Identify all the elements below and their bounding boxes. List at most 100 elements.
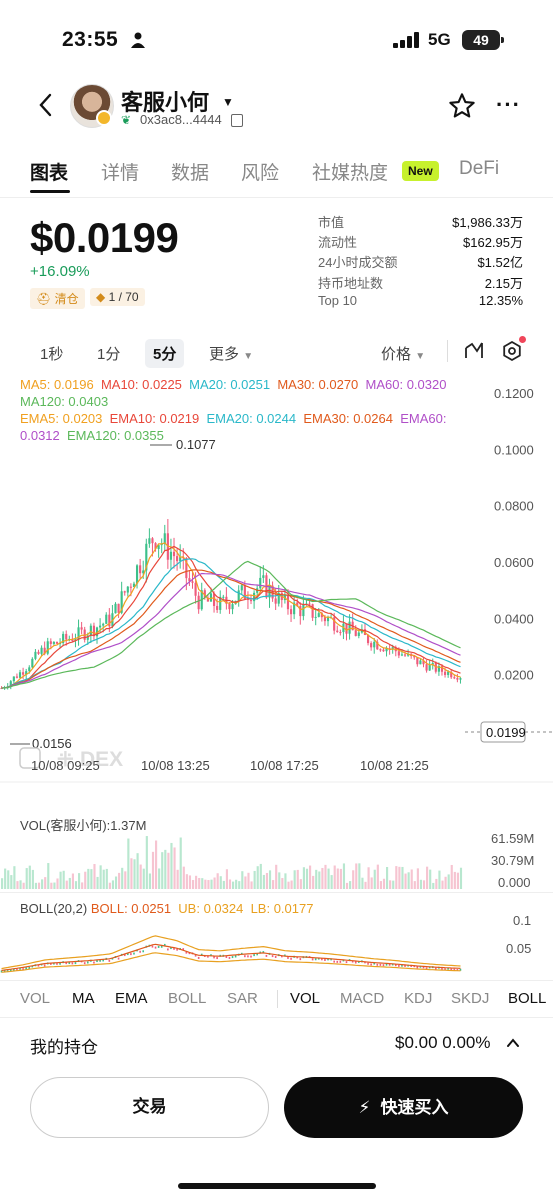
volume-bar: [309, 865, 312, 889]
boll-candle: [333, 960, 335, 963]
tab-details[interactable]: 详情: [101, 158, 139, 185]
caret-down-icon[interactable]: ▼: [222, 95, 234, 109]
boll-candle: [367, 962, 369, 965]
tab-social[interactable]: 社媒热度: [312, 158, 388, 185]
stat-row: Top 10 12.35%: [318, 293, 523, 308]
candles: [0, 519, 462, 690]
candle-body: [302, 604, 305, 617]
stat-row: 持币地址数 2.15万: [318, 273, 523, 292]
boll-candle: [247, 955, 249, 958]
tab-risk[interactable]: 风险: [241, 158, 279, 185]
ind-tab-sar[interactable]: SAR: [227, 990, 258, 1007]
quick-buy-button[interactable]: ⚡ 快速买入: [284, 1077, 523, 1138]
interval-5m[interactable]: 5分: [145, 339, 185, 368]
ind-tab-ema[interactable]: EMA: [115, 990, 148, 1007]
indicator-icon[interactable]: [464, 340, 484, 360]
volume-bar: [216, 873, 219, 889]
settings-icon[interactable]: [501, 340, 523, 362]
interval-more[interactable]: 更多 ▼: [209, 343, 253, 364]
boll-candle: [416, 966, 419, 969]
ind-tab-vol[interactable]: VOL: [20, 990, 50, 1007]
boll-candle: [93, 961, 95, 964]
candle-body: [370, 643, 373, 648]
tab-chart[interactable]: 图表: [30, 158, 68, 185]
candle-body: [194, 582, 197, 596]
price-selector[interactable]: 价格 ▼: [381, 343, 425, 364]
volume-bar: [361, 877, 364, 889]
person-icon: [131, 32, 145, 48]
star-icon[interactable]: [448, 92, 476, 120]
candle-body: [197, 595, 200, 610]
candle-body: [326, 617, 330, 622]
back-arrow-icon[interactable]: [36, 92, 56, 118]
volume-bar: [142, 868, 145, 889]
interval-1s[interactable]: 1秒: [40, 343, 63, 364]
candle-body: [237, 590, 240, 601]
volume-bar: [170, 842, 173, 889]
volume-bar: [395, 866, 398, 889]
volume-bar: [238, 881, 241, 889]
new-badge: New: [402, 161, 439, 181]
more-icon[interactable]: ···: [496, 92, 521, 118]
volume-bar: [87, 868, 90, 889]
boll-candle: [108, 959, 111, 962]
volume-bar: [151, 851, 155, 889]
price-chart[interactable]: 0.1200 0.1000 0.0800 0.0600 0.0400 0.0200 0.1…: [0, 370, 553, 785]
volume-bar: [228, 879, 232, 889]
ind-tab-boll[interactable]: BOLL: [168, 990, 206, 1007]
trade-button[interactable]: 交易: [30, 1077, 269, 1138]
battery-icon: 49: [462, 30, 504, 50]
volume-bar: [118, 872, 121, 889]
candle-body: [289, 609, 293, 615]
volume-bar: [96, 876, 99, 889]
candle-body: [209, 593, 213, 602]
ind-tab-kdj[interactable]: KDJ: [404, 990, 432, 1007]
volume-bar: [201, 878, 204, 889]
ind-tab-boll-sub[interactable]: BOLL: [508, 990, 546, 1007]
volume-bar: [164, 849, 167, 889]
volume-bar: [429, 869, 432, 889]
volume-bar: [293, 870, 296, 889]
tab-defi[interactable]: DeFi: [459, 158, 499, 180]
ind-tab-skdj[interactable]: SKDJ: [451, 990, 489, 1007]
volume-bar: [4, 868, 7, 889]
volume-bar: [47, 863, 50, 889]
interval-1m[interactable]: 1分: [97, 343, 120, 364]
volume-bar: [210, 879, 213, 889]
candle-body: [262, 575, 265, 578]
candle-body: [169, 551, 173, 560]
candle-body: [99, 625, 102, 628]
boll-candle: [197, 956, 200, 959]
candle-body: [299, 606, 302, 617]
ind-tab-ma[interactable]: MA: [72, 990, 95, 1007]
volume-bar: [398, 866, 401, 889]
candle-body: [382, 649, 385, 652]
volume-bar: [315, 869, 318, 889]
ind-tab-vol-sub[interactable]: VOL: [290, 990, 320, 1007]
volume-bar: [44, 877, 47, 889]
ind-tab-macd[interactable]: MACD: [340, 990, 384, 1007]
candle-body: [228, 603, 231, 610]
chevron-up-icon[interactable]: [505, 1036, 521, 1050]
candle-body: [102, 623, 105, 626]
copy-icon[interactable]: [231, 114, 243, 127]
candle-body: [286, 595, 290, 610]
candle-body: [311, 604, 314, 618]
candle-body: [89, 625, 92, 636]
volume-bar: [207, 880, 210, 889]
volume-bar: [444, 876, 447, 889]
volume-bar: [327, 868, 330, 889]
volume-bar: [59, 871, 62, 889]
volume-bar: [158, 868, 161, 889]
boll-candle: [274, 955, 277, 958]
separator: [277, 990, 278, 1008]
volume-bar: [321, 867, 324, 889]
volume-bar: [179, 837, 182, 889]
volume-bar: [345, 882, 349, 889]
candle-body: [117, 603, 120, 613]
boll-chart: [0, 935, 462, 973]
tab-data[interactable]: 数据: [171, 158, 209, 185]
volume-bar: [247, 872, 250, 889]
volume-bar: [244, 876, 247, 889]
stat-key: 流动性: [318, 235, 358, 250]
